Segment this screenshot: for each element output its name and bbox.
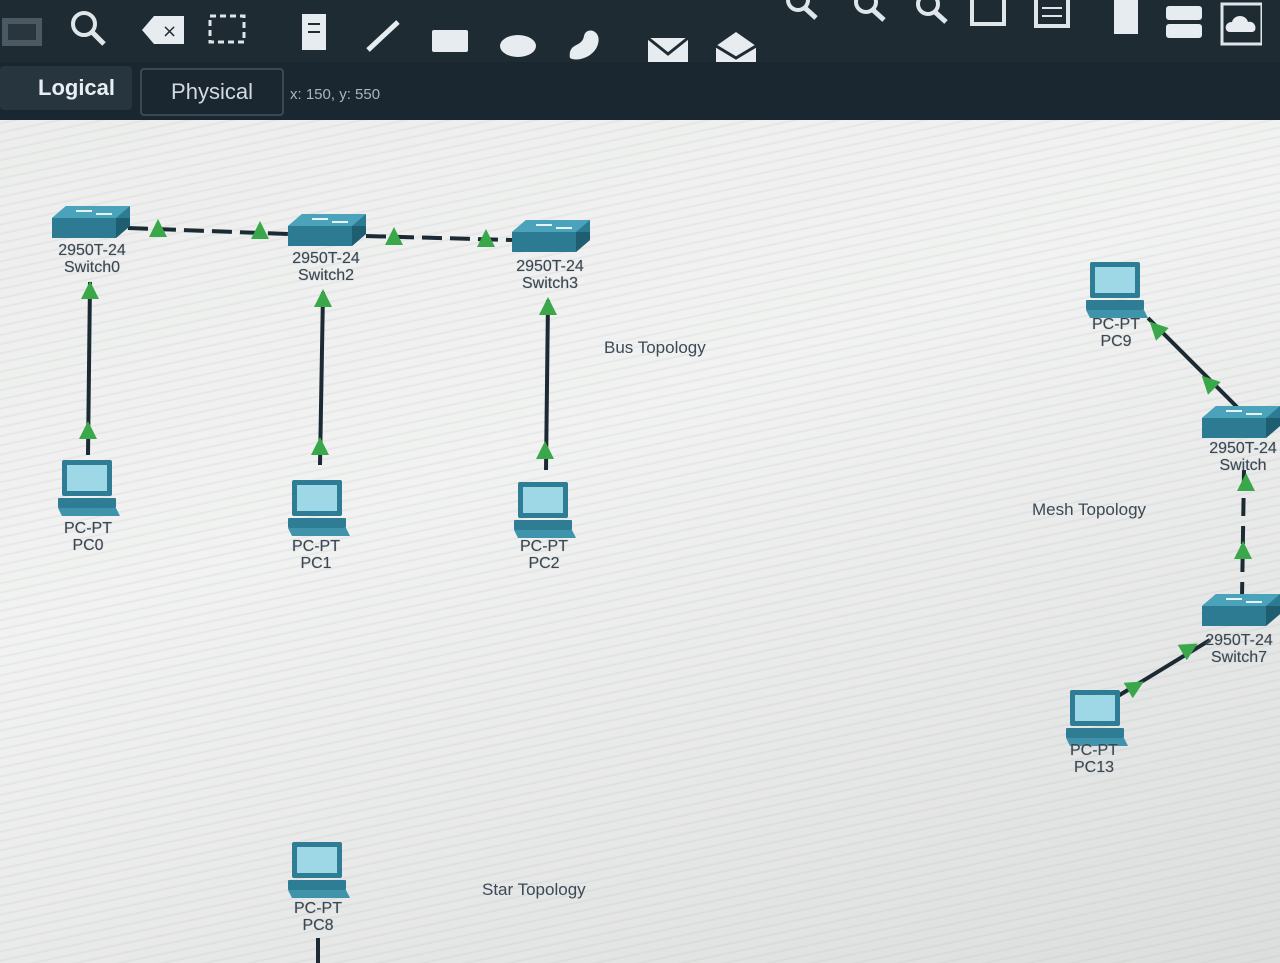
palette-icon[interactable] — [966, 0, 1010, 36]
switch2-icon[interactable] — [287, 213, 367, 247]
pc13-label: PC-PT PC13 — [1046, 742, 1142, 776]
pc8-model: PC-PT — [294, 900, 342, 917]
cursor-coordinates: x: 150, y: 550 — [290, 86, 381, 103]
pc0-model: PC-PT — [64, 520, 112, 537]
pc8-label: PC-PT PC8 — [270, 900, 366, 934]
pc2-name: PC2 — [528, 555, 560, 572]
link-status-icon — [1237, 473, 1255, 491]
toolbar: × — [0, 0, 1280, 70]
switch2-label: 2950T-24 Switch2 — [274, 250, 378, 284]
cluster-icon[interactable] — [1162, 0, 1206, 44]
switch0-name: Switch0 — [63, 259, 121, 276]
freeform-icon[interactable] — [562, 22, 606, 66]
link-status-icon — [81, 281, 99, 299]
switch0-label: 2950T-24 Switch0 — [40, 242, 144, 276]
rectangle-icon[interactable] — [428, 18, 472, 62]
link-status-icon — [311, 437, 329, 455]
delete-icon[interactable]: × — [140, 8, 184, 52]
switch3-name: Switch3 — [521, 275, 579, 292]
switch3-model: 2950T-24 — [516, 258, 584, 275]
svg-text:×: × — [162, 21, 177, 42]
viewport-icon[interactable] — [1030, 0, 1074, 38]
line-draw-icon[interactable] — [362, 14, 406, 58]
mesh-topology-label: Mesh Topology — [1032, 500, 1147, 519]
switch7-model: 2950T-24 — [1205, 632, 1273, 649]
pc8-icon[interactable] — [288, 842, 350, 898]
pc1-icon[interactable] — [288, 480, 350, 536]
pc13-model: PC-PT — [1070, 742, 1118, 759]
grid-select-icon[interactable] — [0, 10, 44, 54]
logical-tab-label: Logical — [38, 75, 116, 100]
device-icon[interactable] — [1104, 0, 1148, 40]
link-status-icon — [1234, 541, 1252, 559]
note-icon[interactable] — [292, 10, 336, 54]
pc9-name: PC9 — [1100, 333, 1132, 350]
link-status-icon — [1123, 673, 1149, 699]
switch-mesh-name: Switch — [1219, 457, 1267, 474]
tab-logical[interactable]: Logical — [0, 66, 132, 110]
pc9-model: PC-PT — [1092, 316, 1140, 333]
link-status-icon — [536, 441, 554, 459]
logical-workspace[interactable]: 2950T-24 Switch0 2950T-24 Switch2 2950T-… — [0, 120, 1280, 963]
physical-tab-label: Physical — [171, 79, 253, 104]
pc2-model: PC-PT — [520, 538, 568, 555]
switch3-icon[interactable] — [511, 219, 591, 253]
pc2-icon[interactable] — [514, 482, 576, 538]
switch-mesh-label: 2950T-24 Switch — [1206, 440, 1280, 474]
pc13-name: PC13 — [1073, 759, 1115, 776]
switch7-icon[interactable] — [1201, 593, 1280, 627]
pc8-name: PC8 — [302, 917, 334, 934]
zoom-reset-icon[interactable] — [910, 0, 954, 34]
ellipse-icon[interactable] — [496, 22, 540, 66]
pc0-label: PC-PT PC0 — [40, 520, 136, 554]
switch-mesh-icon[interactable] — [1201, 405, 1280, 439]
pc0-icon[interactable] — [58, 460, 120, 516]
pc13-icon[interactable] — [1066, 690, 1128, 746]
switch0-model: 2950T-24 — [58, 242, 126, 259]
bus-topology-label: Bus Topology — [604, 338, 706, 357]
zoom-out-icon[interactable] — [848, 0, 892, 32]
switch-mesh-model: 2950T-24 — [1209, 440, 1277, 457]
link-status-icon — [79, 421, 97, 439]
pc2-label: PC-PT PC2 — [496, 538, 592, 572]
pc1-model: PC-PT — [292, 538, 340, 555]
pc0-name: PC0 — [72, 537, 104, 554]
pc9-icon[interactable] — [1086, 262, 1148, 318]
link-status-icon — [539, 297, 557, 315]
zoom-in-icon[interactable] — [780, 0, 824, 30]
cloud-icon[interactable] — [1218, 2, 1262, 46]
switch7-label: 2950T-24 Switch7 — [1198, 632, 1280, 666]
pc1-label: PC-PT PC1 — [268, 538, 364, 572]
topology-canvas — [51, 205, 1280, 963]
star-topology-label: Star Topology — [482, 880, 586, 899]
link-status-icon — [1195, 369, 1221, 395]
switch2-model: 2950T-24 — [292, 250, 360, 267]
zoom-icon[interactable] — [66, 6, 110, 50]
pc9-label: PC-PT PC9 — [1068, 316, 1164, 350]
pc1-name: PC1 — [300, 555, 332, 572]
switch3-label: 2950T-24 Switch3 — [498, 258, 602, 292]
tab-physical[interactable]: Physical — [140, 68, 284, 116]
switch2-name: Switch2 — [297, 267, 355, 284]
link-status-icon — [251, 221, 269, 239]
link-status-icon — [314, 289, 332, 307]
switch0-icon[interactable] — [51, 205, 131, 239]
resize-icon[interactable] — [206, 8, 250, 52]
switch7-name: Switch7 — [1210, 649, 1268, 666]
